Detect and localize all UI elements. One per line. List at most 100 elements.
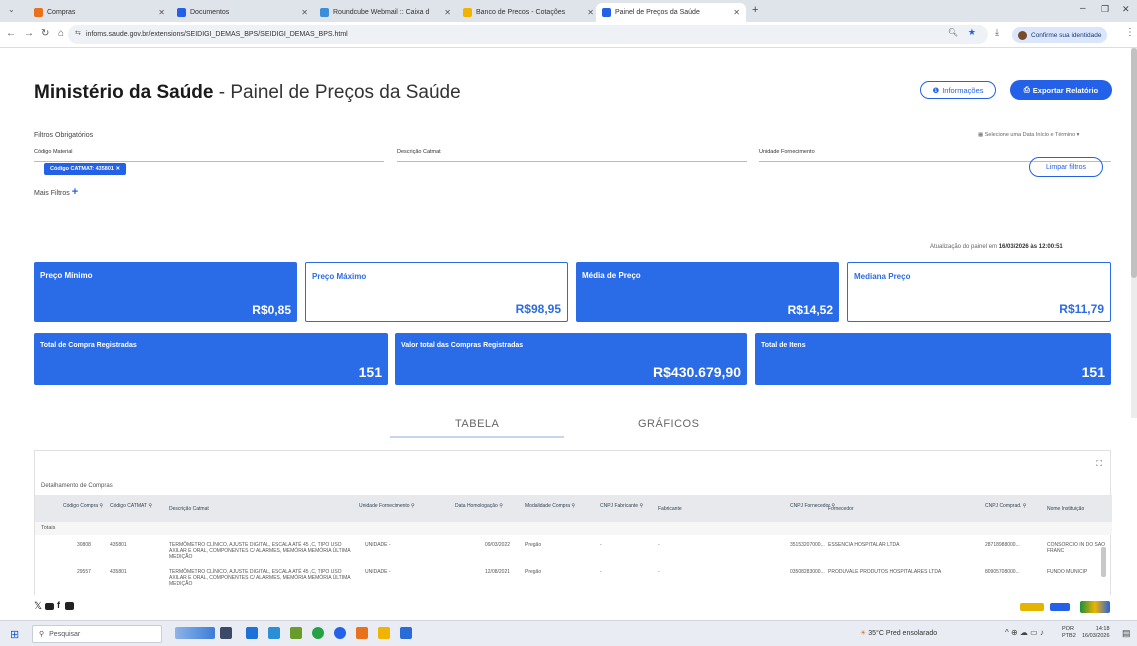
header-fabricante[interactable]: Fabricante	[658, 506, 682, 512]
tray-icons[interactable]: ^ ⊕ ☁ ▭ ♪	[1005, 628, 1044, 637]
date-range-select[interactable]: ▦ Selecione uma Data Início e Término ▾	[978, 132, 1079, 138]
card-value: R$11,79	[1059, 302, 1104, 316]
close-icon[interactable]: ✕	[301, 8, 308, 17]
more-filters-label: Mais Filtros	[34, 190, 70, 197]
tab-label: GRÁFICOS	[638, 418, 700, 430]
tab-graficos[interactable]: GRÁFICOS	[638, 418, 699, 430]
table-row[interactable]: 29557 435801 TERMÔMETRO CLÍNICO, AJUSTE …	[35, 566, 1112, 588]
facebook-icon[interactable]: f	[57, 600, 60, 610]
maximize-icon[interactable]: ❐	[1101, 4, 1109, 15]
app-icon[interactable]	[290, 627, 302, 639]
menu-icon[interactable]: ⋮	[1125, 27, 1135, 38]
site-info-icon[interactable]: ⇆	[75, 29, 81, 37]
export-button[interactable]: ⎙ Exportar Relatório	[1010, 80, 1112, 100]
window-close-icon[interactable]: ✕	[1122, 4, 1130, 15]
info-button[interactable]: ❶ Informações	[920, 81, 996, 99]
address-bar: ← → ↻ ⌂ ⇆ infoms.saude.gov.br/extensions…	[0, 22, 1137, 48]
weather-widget[interactable]: ☀ 35°C Pred ensolarado	[860, 629, 937, 637]
more-filters-button[interactable]: Mais Filtros +	[34, 186, 78, 198]
header-unidade[interactable]: Unidade Fornecimento ⚲	[359, 503, 415, 509]
close-icon[interactable]: ✕	[733, 8, 740, 17]
language-indicator[interactable]: POR PTB2	[1062, 626, 1076, 640]
remove-chip-icon[interactable]: ✕	[116, 166, 121, 172]
card-title: Total de Compra Registradas	[40, 342, 137, 349]
header-label: Unidade Fornecimento	[359, 503, 410, 509]
fullscreen-icon[interactable]: ⛶	[1096, 459, 1102, 469]
avatar	[1018, 30, 1027, 40]
notifications-icon[interactable]: ▤	[1122, 628, 1131, 639]
header-label: CNPJ Comprad.	[985, 503, 1022, 509]
header-codigo-compra[interactable]: Código Compra ⚲	[63, 503, 103, 509]
close-icon[interactable]: ✕	[444, 8, 451, 17]
tab-list-icon[interactable]: ⌄	[8, 5, 15, 14]
back-icon[interactable]: ←	[6, 28, 16, 39]
taskbar-search[interactable]: ⚲ Pesquisar	[32, 625, 162, 643]
chrome-icon[interactable]	[334, 627, 346, 639]
header-descricao[interactable]: Descrição Catmat	[169, 506, 209, 512]
cell-codigo-compra: 29557	[77, 569, 91, 575]
page-scrollbar-thumb[interactable]	[1131, 48, 1137, 278]
browser-tab-webmail[interactable]: Roundcube Webmail :: Caixa d ✕	[314, 3, 457, 22]
x-social-icon[interactable]: 𝕏	[34, 601, 42, 612]
lang-code: POR	[1062, 626, 1074, 632]
zoom-icon[interactable]: 🔍︎	[948, 28, 958, 37]
header-cnpj-fabricante[interactable]: CNPJ Fabricante ⚲	[600, 503, 643, 509]
browser-tab-banco[interactable]: Banco de Precos - Cotações ✕	[457, 3, 600, 22]
filter-chip-catmat[interactable]: Código CATMAT: 435801 ✕	[44, 163, 127, 175]
file-explorer-icon[interactable]	[378, 627, 390, 639]
task-view-icon[interactable]	[220, 627, 232, 639]
widgets-icon[interactable]	[175, 627, 215, 639]
header-cnpj-comprador[interactable]: CNPJ Comprad. ⚲	[985, 503, 1026, 509]
forward-icon[interactable]: →	[24, 28, 34, 39]
card-value: 151	[358, 364, 382, 380]
app-icon[interactable]	[268, 627, 280, 639]
browser-tab-compras[interactable]: Compras ✕	[28, 3, 171, 22]
tab-favicon-icon	[177, 8, 186, 17]
brasil-logo	[1080, 601, 1110, 613]
header-codigo-catmat[interactable]: Código CATMAT ⚲	[110, 503, 152, 509]
url-field[interactable]: ⇆ infoms.saude.gov.br/extensions/SEIDIGI…	[68, 25, 988, 44]
page-title-bold: Ministério da Saúde	[34, 82, 214, 103]
descricao-catmat-field[interactable]: Descrição Catmat	[397, 149, 747, 162]
page-footer: 𝕏 f	[0, 595, 1137, 620]
cell-modalidade: Pregão	[525, 569, 542, 575]
header-label: Código Compra	[63, 503, 99, 509]
edge-icon[interactable]	[246, 627, 258, 639]
info-icon: ❶	[932, 85, 940, 95]
sus-logo	[1020, 603, 1044, 611]
table-row[interactable]: 30808 435801 TERMÔMETRO CLÍNICO, AJUSTE …	[35, 539, 1112, 561]
flickr-icon[interactable]	[65, 602, 74, 610]
download-icon[interactable]: ⤓	[995, 27, 999, 38]
page-scrollbar[interactable]	[1131, 48, 1137, 418]
ministerio-logo	[1050, 603, 1070, 611]
home-icon[interactable]: ⌂	[58, 28, 64, 39]
new-tab-icon[interactable]: +	[752, 4, 758, 16]
field-label: Código Material	[34, 149, 73, 155]
card-title: Valor total das Compras Registradas	[401, 342, 524, 349]
header-fornecedor[interactable]: Fornecedor	[828, 506, 854, 512]
header-data[interactable]: Data Homologação ⚲	[455, 503, 503, 509]
browser-tab-painel[interactable]: Painel de Preços da Saúde ✕	[596, 3, 746, 22]
tab-tabela[interactable]: TABELA	[455, 418, 499, 430]
youtube-icon[interactable]	[45, 603, 54, 610]
profile-button[interactable]: Confirme sua identidade	[1012, 27, 1108, 43]
calendar-icon: ▦	[978, 132, 985, 138]
header-instituicao[interactable]: Nome Instituição	[1047, 506, 1084, 512]
codigo-material-field[interactable]: Código Material	[34, 149, 384, 162]
whatsapp-icon[interactable]	[312, 627, 324, 639]
app-icon[interactable]	[400, 627, 412, 639]
close-icon[interactable]: ✕	[587, 8, 594, 17]
clock[interactable]: 14:18 16/03/2026	[1082, 626, 1110, 640]
bookmark-star-icon[interactable]: ★	[968, 27, 976, 38]
app-icon[interactable]	[356, 627, 368, 639]
browser-tab-documentos[interactable]: Documentos ✕	[171, 3, 314, 22]
header-modalidade[interactable]: Modalidade Compra ⚲	[525, 503, 575, 509]
windows-start-icon[interactable]: ⊞	[10, 628, 19, 641]
reload-icon[interactable]: ↻	[41, 28, 49, 39]
table-scrollbar[interactable]	[1101, 547, 1106, 577]
minimize-icon[interactable]: –	[1080, 3, 1086, 14]
cell-descricao: TERMÔMETRO CLÍNICO, AJUSTE DIGITAL, ESCA…	[169, 542, 351, 560]
clear-filters-button[interactable]: Limpar filtros	[1029, 157, 1103, 177]
header-label: Descrição Catmat	[169, 506, 209, 512]
close-icon[interactable]: ✕	[158, 8, 165, 17]
